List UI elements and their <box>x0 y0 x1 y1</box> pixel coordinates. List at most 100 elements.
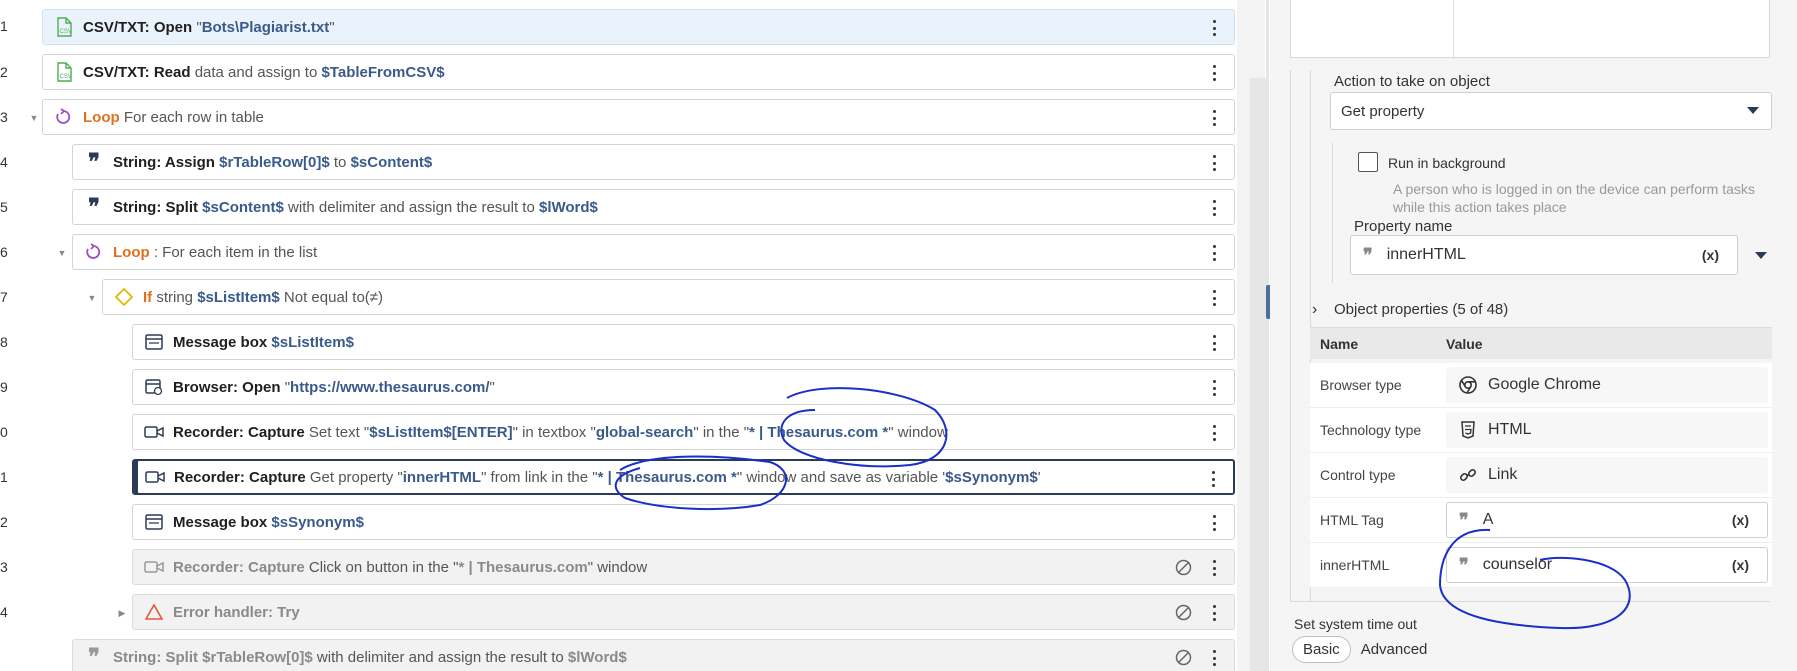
collapse-arrow-icon[interactable]: ▼ <box>56 247 68 259</box>
action-row[interactable]: Browser: Open "https://www.thesaurus.com… <box>132 369 1235 405</box>
variable-token: $sListItem$[ENTER] <box>369 423 513 441</box>
action-row[interactable]: ❞ String: Split $sContent$ with delimite… <box>72 189 1235 225</box>
object-properties-toggle[interactable]: Object properties (5 of 48) <box>1334 301 1508 318</box>
property-value-text: HTML <box>1488 421 1532 438</box>
action-row[interactable]: Loop : For each item in the list <box>72 234 1235 270</box>
action-row[interactable]: Recorder: Capture Set text "$sListItem$[… <box>132 414 1235 450</box>
more-options-icon[interactable] <box>1206 18 1222 38</box>
expand-arrow-icon[interactable]: ▶ <box>116 607 128 619</box>
more-options-icon[interactable] <box>1206 558 1222 578</box>
variable-token: * | Thesaurus.com <box>458 558 588 576</box>
property-name-value: innerHTML <box>1386 246 1466 263</box>
insert-variable-button[interactable]: (x) <box>1732 512 1749 528</box>
table-row: Browser type Google Chrome <box>1310 363 1772 408</box>
action-keyword: String: Assign <box>113 153 215 171</box>
line-number: 2 <box>0 64 8 80</box>
action-row-disabled[interactable]: Error handler: Try <box>132 594 1235 630</box>
disabled-icon <box>1175 649 1192 666</box>
recorder-camera-icon <box>143 556 165 578</box>
variable-token: $sContent$ <box>202 198 284 216</box>
string-quote-icon: ❞ <box>88 644 100 670</box>
action-row-disabled[interactable]: Recorder: Capture Click on button in the… <box>132 549 1235 585</box>
action-row-selected[interactable]: Recorder: Capture Get property "innerHTM… <box>132 459 1235 495</box>
line-number: 6 <box>0 244 8 260</box>
basic-tab[interactable]: Basic <box>1292 635 1351 663</box>
line-number: 2 <box>0 514 8 530</box>
variable-token: $rTableRow[0]$ <box>202 648 313 666</box>
col-value-header: Value <box>1446 336 1483 352</box>
action-label: Action to take on object <box>1334 73 1490 90</box>
run-in-background-description: A person who is logged in on the device … <box>1393 181 1755 215</box>
more-options-icon[interactable] <box>1206 423 1222 443</box>
variable-token: $rTableRow[0]$ <box>219 153 330 171</box>
chevron-down-icon[interactable] <box>1755 252 1767 259</box>
action-text: Message box $sSynonym$ <box>173 514 364 531</box>
string-quote-icon: ❞ <box>88 194 100 220</box>
variable-token: $sSynonym$ <box>271 513 364 531</box>
action-text-fragment: " <box>280 378 291 396</box>
run-in-background-checkbox[interactable] <box>1358 152 1378 172</box>
action-keyword: Recorder: Capture <box>174 468 306 486</box>
action-text-fragment: Get property " <box>305 468 403 486</box>
property-name: Control type <box>1320 467 1396 483</box>
insert-variable-button[interactable]: (x) <box>1702 247 1719 263</box>
string-quote-icon: ❞ <box>1459 554 1469 576</box>
more-options-icon[interactable] <box>1205 469 1221 489</box>
action-text-fragment: ' <box>1037 468 1041 486</box>
action-text: String: Assign $rTableRow[0]$ to $sConte… <box>113 154 432 171</box>
line-number: 8 <box>0 334 8 350</box>
advanced-tab[interactable]: Advanced <box>1351 637 1438 662</box>
more-options-icon[interactable] <box>1206 333 1222 353</box>
more-options-icon[interactable] <box>1206 108 1222 128</box>
line-number: 7 <box>0 289 8 305</box>
line-number: 4 <box>0 154 8 170</box>
collapse-arrow-icon[interactable]: ▼ <box>86 292 98 304</box>
html-tag-input[interactable]: ❞ A (x) <box>1446 502 1768 538</box>
more-options-icon[interactable] <box>1206 63 1222 83</box>
html5-icon <box>1458 420 1478 440</box>
action-row[interactable]: Loop For each row in table <box>42 99 1235 135</box>
more-options-icon[interactable] <box>1206 648 1222 668</box>
more-options-icon[interactable] <box>1206 378 1222 398</box>
action-row[interactable]: ❞ String: Assign $rTableRow[0]$ to $sCon… <box>72 144 1235 180</box>
more-options-icon[interactable] <box>1206 243 1222 263</box>
scrollbar-thumb[interactable] <box>1250 78 1266 671</box>
innerhtml-input[interactable]: ❞ counselor (x) <box>1446 547 1768 583</box>
action-row[interactable]: Message box $sListItem$ <box>132 324 1235 360</box>
action-row-disabled[interactable]: ❞ String: Split $rTableRow[0]$ with deli… <box>72 639 1235 671</box>
action-row[interactable]: CSV CSV/TXT: Open "Bots\Plagiarist.txt" <box>42 9 1235 45</box>
action-keyword: Loop <box>113 243 150 261</box>
action-row[interactable]: If string $sListItem$ Not equal to(≠) <box>102 279 1235 315</box>
action-keyword: If <box>143 288 153 306</box>
line-number: 1 <box>0 469 8 485</box>
recorder-camera-icon <box>143 421 165 443</box>
chevron-right-icon[interactable]: › <box>1312 301 1317 319</box>
action-text: Message box $sListItem$ <box>173 334 354 351</box>
action-keyword: CSV/TXT: Read <box>83 63 191 81</box>
action-text-fragment: For each row in table <box>119 108 264 126</box>
action-keyword: Loop <box>83 108 120 126</box>
panel-divider[interactable] <box>1266 0 1271 671</box>
action-row[interactable]: CSV CSV/TXT: Read data and assign to $Ta… <box>42 54 1235 90</box>
insert-variable-button[interactable]: (x) <box>1732 557 1749 573</box>
property-name-input[interactable]: ❞ innerHTML (x) <box>1350 235 1738 275</box>
collapse-arrow-icon[interactable]: ▼ <box>28 112 40 124</box>
action-text: Recorder: Capture Set text "$sListItem$[… <box>173 424 948 441</box>
action-text: String: Split $sContent$ with delimiter … <box>113 199 598 216</box>
action-row[interactable]: Message box $sSynonym$ <box>132 504 1235 540</box>
more-options-icon[interactable] <box>1206 153 1222 173</box>
more-options-icon[interactable] <box>1206 603 1222 623</box>
action-text-fragment: " window and save as variable ' <box>736 468 946 486</box>
more-options-icon[interactable] <box>1206 513 1222 533</box>
action-text-fragment: " window <box>888 423 948 441</box>
link-icon <box>1458 465 1478 485</box>
table-header: Name Value <box>1310 327 1772 359</box>
action-text: String: Split $rTableRow[0]$ with delimi… <box>113 649 627 666</box>
more-options-icon[interactable] <box>1206 288 1222 308</box>
action-dropdown[interactable]: Get property <box>1330 92 1772 130</box>
variable-token: $TableFromCSV$ <box>321 63 445 81</box>
more-options-icon[interactable] <box>1206 198 1222 218</box>
action-keyword: Recorder: Capture <box>173 423 305 441</box>
line-number: 5 <box>0 199 8 215</box>
variable-token: $lWord$ <box>567 648 627 666</box>
